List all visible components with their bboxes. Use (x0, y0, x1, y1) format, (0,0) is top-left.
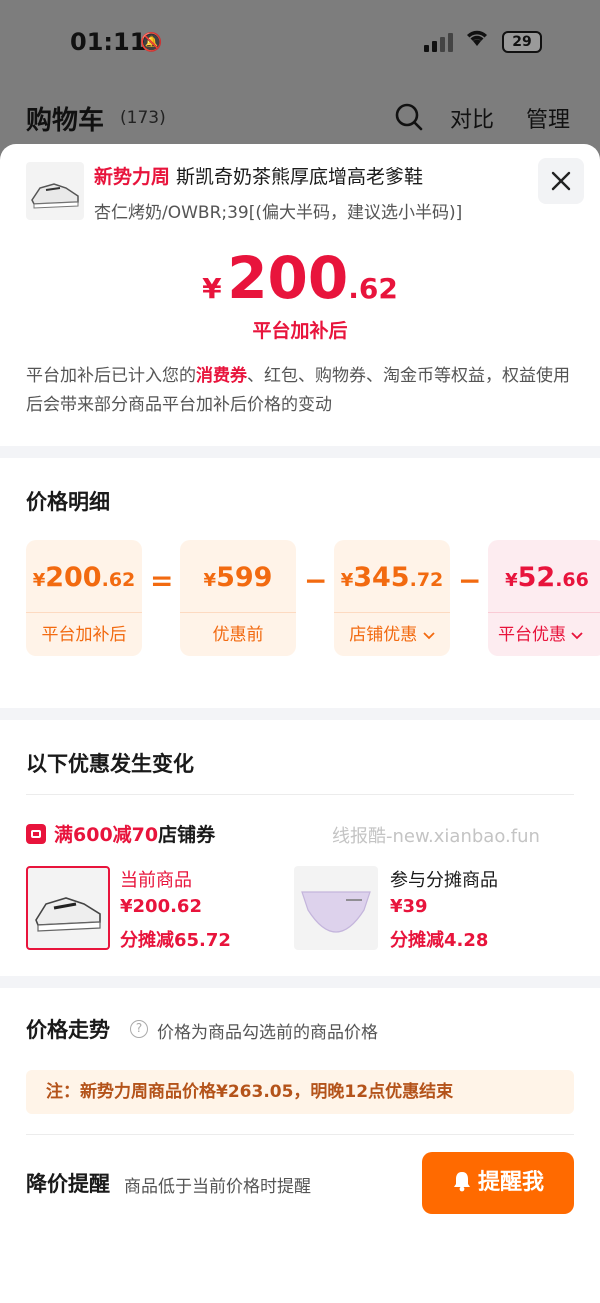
remind-title: 降价提醒 (26, 1172, 110, 1196)
chevron-down-icon (417, 625, 435, 645)
final-price-int: 200 (227, 244, 349, 312)
chevron-down-icon (566, 625, 584, 645)
remind-button-label: 提醒我 (477, 1170, 544, 1195)
remind-desc: 商品低于当前价格时提醒 (124, 1177, 311, 1197)
manage-button[interactable]: 管理 (526, 102, 570, 134)
final-price-yen: ¥ (202, 272, 222, 305)
current-item-label: 当前商品 (120, 870, 192, 891)
status-time: 01:11 (70, 28, 147, 56)
price-detail-sheet: 新势力周 斯凯奇奶茶熊厚底增高老爹鞋 杏仁烤奶/OWBR;39[(偏大半码，建议选… (0, 144, 600, 1303)
product-tag: 新势力周 (94, 166, 171, 188)
coupon-amount: 满600减70 (54, 824, 159, 846)
section-divider (0, 708, 600, 720)
cart-count: (173) (120, 108, 166, 128)
minus-sign: − (304, 564, 328, 597)
section-divider (0, 976, 600, 988)
section-divider (0, 446, 600, 458)
product-thumbnail (26, 162, 84, 220)
shared-item-label: 参与分摊商品 (390, 870, 498, 891)
shared-item-price: ¥39 (390, 896, 428, 917)
trend-title: 价格走势 (26, 1018, 110, 1042)
battery-level: 29 (512, 34, 532, 50)
remind-me-button[interactable]: 提醒我 (422, 1152, 574, 1214)
equals-sign: = (150, 564, 174, 597)
price-card-final: ¥200.62 平台加补后 (26, 540, 142, 656)
silent-bell-icon: 🔕 (140, 32, 163, 53)
product-name: 新势力周 斯凯奇奶茶熊厚底增高老爹鞋 (94, 162, 423, 189)
price-card-platform-label: 平台优惠 (498, 625, 566, 645)
coupon-type: 店铺券 (158, 824, 216, 846)
cart-header: 购物车 (173) 对比 管理 (0, 96, 600, 142)
shared-item-share: 分摊减4.28 (390, 930, 489, 951)
promo-notice: 注：新势力周商品价格¥263.05，明晚12点优惠结束 (26, 1070, 574, 1114)
shared-item-image (294, 866, 378, 950)
subsidy-note: 平台加补后已计入您的消费券、红包、购物券、淘金币等权益，权益使用后会带来部分商品… (26, 362, 576, 420)
note-highlight: 消费券 (196, 366, 247, 386)
close-icon (551, 171, 571, 191)
price-detail-title: 价格明细 (26, 490, 110, 514)
coupon-label: 满600减70店铺券 (54, 820, 215, 847)
final-price: ¥ 200.62 (0, 244, 600, 312)
product-name-text: 斯凯奇奶茶熊厚底增高老爹鞋 (176, 166, 424, 188)
price-card-original: ¥599 优惠前 (180, 540, 296, 656)
price-card-original-label: 优惠前 (212, 625, 264, 645)
current-item-image (26, 866, 110, 950)
help-icon[interactable]: ? (130, 1020, 148, 1038)
price-card-store-discount[interactable]: ¥345.72 店铺优惠 (334, 540, 450, 656)
trend-desc: 价格为商品勾选前的商品价格 (157, 1023, 378, 1043)
price-card-final-label: 平台加补后 (41, 625, 127, 645)
cart-title: 购物车 (26, 106, 105, 136)
final-price-dec: .62 (348, 272, 398, 305)
minus-sign: − (458, 564, 482, 597)
close-button[interactable] (538, 158, 584, 204)
discount-change-title: 以下优惠发生变化 (26, 752, 194, 776)
bell-icon (453, 1172, 470, 1192)
note-part1: 平台加补后已计入您的 (26, 366, 196, 386)
price-card-platform-discount[interactable]: ¥52.66 平台优惠 (488, 540, 600, 656)
compare-button[interactable]: 对比 (450, 102, 494, 134)
current-item-share: 分摊减65.72 (120, 930, 231, 951)
signal-icon (424, 32, 453, 52)
final-price-label: 平台加补后 (252, 320, 348, 342)
watermark: 线报酷-new.xianbao.fun (332, 826, 540, 847)
battery-icon: 29 (502, 31, 542, 53)
product-sku: 杏仁烤奶/OWBR;39[(偏大半码，建议选小半码)] (94, 203, 463, 223)
search-icon[interactable] (394, 102, 424, 132)
divider-line (26, 794, 574, 795)
status-bar: 01:11 🔕 29 (0, 0, 600, 88)
current-item-price: ¥200.62 (120, 896, 202, 917)
divider-line (26, 1134, 574, 1135)
wifi-icon (464, 27, 490, 53)
coupon-icon (26, 824, 46, 844)
price-card-store-label: 店铺优惠 (349, 625, 418, 645)
